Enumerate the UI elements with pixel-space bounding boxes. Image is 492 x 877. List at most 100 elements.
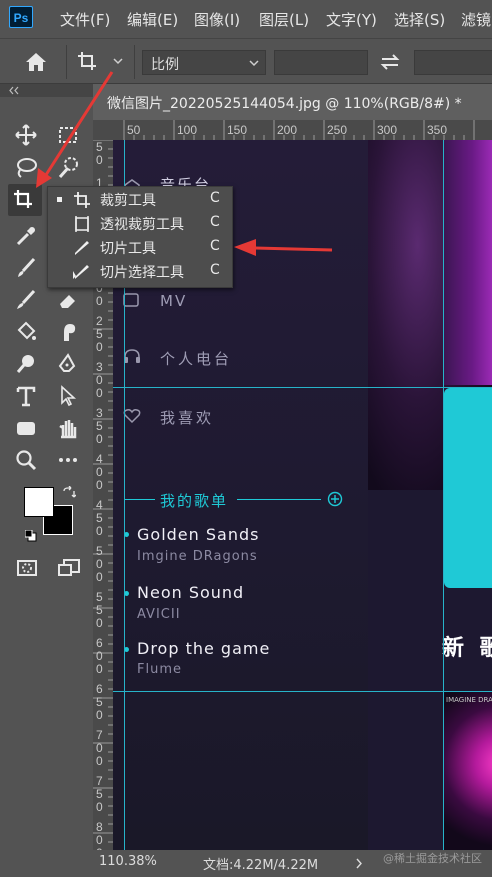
nav-item-radio: 个人电台: [160, 350, 233, 368]
menu-layer[interactable]: 图层(L): [259, 9, 309, 30]
nav-item-favorites: 我喜欢: [160, 409, 215, 427]
song-artist: Flume: [137, 662, 182, 677]
flyout-item-perspective-crop[interactable]: 透视裁剪工具 C: [48, 212, 232, 236]
flyout-item-slice-select[interactable]: 切片选择工具 C: [48, 260, 232, 284]
quick-mask-button[interactable]: [12, 553, 42, 583]
menu-filter[interactable]: 滤镜: [461, 9, 491, 30]
rect-marquee-icon: [59, 127, 77, 143]
type-tool[interactable]: [11, 381, 41, 411]
slice-icon: [75, 241, 89, 255]
ruler-label: 5: [96, 327, 103, 341]
ruler-label: 150: [227, 123, 248, 137]
paint-bucket-tool[interactable]: [11, 317, 41, 347]
marquee-tool[interactable]: [53, 120, 83, 150]
ruler-label: 5: [96, 590, 103, 604]
more-dots-icon: [59, 458, 77, 462]
rectangle-tool[interactable]: [11, 413, 41, 443]
document-tab[interactable]: 微信图片_20220525144054.jpg @ 110%(RGB/8#) *: [93, 84, 492, 120]
song-artist: AVICII: [137, 607, 181, 622]
ruler-label: 0: [96, 649, 103, 663]
smudge-tool[interactable]: [53, 317, 83, 347]
path-select-tool[interactable]: [53, 381, 83, 411]
ruler-label: 200: [277, 123, 298, 137]
heart-icon: [123, 409, 141, 424]
ruler-label: 4: [96, 498, 103, 512]
document-info: 文档:4.22M/4.22M: [203, 858, 319, 873]
home-button[interactable]: [24, 51, 50, 73]
ruler-label: 50: [127, 123, 141, 137]
history-brush-icon: [17, 289, 36, 309]
document-tab-title: 微信图片_20220525144054.jpg @ 110%(RGB/8#) *: [107, 96, 462, 112]
menu-file[interactable]: 文件(F): [60, 9, 110, 30]
guide-line: [443, 140, 444, 850]
lasso-tool[interactable]: [11, 153, 41, 183]
zoom-level[interactable]: 110.38%: [99, 854, 157, 869]
crop-preset-button[interactable]: [76, 49, 128, 75]
song-title: Drop the game: [137, 639, 271, 658]
tools-panel-header[interactable]: [0, 84, 93, 97]
menu-image[interactable]: 图像(I): [194, 9, 240, 30]
move-tool[interactable]: [11, 120, 41, 150]
flyout-item-label: 切片工具: [100, 241, 156, 257]
ruler-label: 0: [96, 478, 103, 492]
ruler-label: 5: [96, 140, 103, 154]
swap-icon: [380, 54, 400, 70]
options-bar: 比例: [0, 38, 492, 84]
screen-mode-button[interactable]: [54, 553, 84, 583]
crop-tool[interactable]: [8, 184, 42, 216]
separator: [134, 45, 135, 79]
promo-card: [444, 388, 492, 588]
eraser-tool[interactable]: [53, 285, 83, 315]
height-input[interactable]: [414, 50, 492, 75]
quick-select-icon: [58, 157, 78, 178]
eyedropper-tool[interactable]: [11, 221, 41, 251]
ruler-label: 6: [96, 682, 103, 696]
flyout-item-slice[interactable]: 切片工具 C: [48, 236, 232, 260]
banner-image-highlight: [443, 140, 492, 385]
more-tools[interactable]: [53, 445, 83, 475]
width-input[interactable]: [274, 50, 368, 75]
brush-tool[interactable]: [11, 253, 41, 283]
ruler-horizontal: 50 100 150 200 250 300 350: [93, 120, 492, 140]
hand-tool[interactable]: [53, 413, 83, 443]
ruler-label: 250: [327, 123, 348, 137]
status-bar: 110.38% 文档:4.22M/4.22M @稀土掘金技术社区: [93, 850, 492, 877]
ruler-label: 350: [427, 123, 448, 137]
ruler-label: 2: [96, 314, 103, 328]
flyout-item-label: 透视裁剪工具: [100, 217, 184, 233]
ruler-label: 8: [96, 820, 103, 834]
separator: [66, 45, 67, 79]
zoom-tool[interactable]: [11, 445, 41, 475]
flyout-item-shortcut: C: [210, 262, 220, 278]
watermark: @稀土掘金技术社区: [383, 852, 482, 865]
ruler-label: 0: [96, 153, 103, 167]
ruler-label: 7: [96, 774, 103, 788]
ruler-label: 7: [96, 728, 103, 742]
history-brush-tool[interactable]: [11, 285, 41, 315]
ruler-label: 3: [96, 406, 103, 420]
ratio-select-value: 比例: [151, 57, 179, 73]
menu-type[interactable]: 文字(Y): [326, 9, 377, 30]
swap-colors-icon[interactable]: [62, 485, 77, 499]
flyout-item-shortcut: C: [210, 190, 220, 206]
quick-select-tool[interactable]: [53, 153, 83, 183]
ruler-label: 5: [96, 603, 103, 617]
crop-icon: [14, 190, 32, 208]
pen-tool[interactable]: [53, 349, 83, 379]
flyout-item-crop[interactable]: 裁剪工具 C: [48, 188, 232, 212]
smudge-icon: [64, 324, 76, 341]
ratio-select[interactable]: 比例: [142, 50, 266, 75]
dodge-tool[interactable]: [11, 349, 41, 379]
ruler-label: 0: [96, 616, 103, 630]
ruler-label: 0: [96, 833, 103, 847]
ruler-label: 300: [377, 123, 398, 137]
chevron-right-icon[interactable]: [355, 858, 363, 869]
ruler-label: 0: [96, 294, 103, 308]
ruler-label: 0: [96, 570, 103, 584]
swap-button[interactable]: [378, 52, 402, 72]
foreground-color-swatch[interactable]: [24, 487, 54, 517]
default-colors-icon[interactable]: [24, 527, 37, 542]
menu-edit[interactable]: 编辑(E): [127, 9, 178, 30]
menu-select[interactable]: 选择(S): [394, 9, 445, 30]
dodge-icon: [16, 355, 34, 373]
